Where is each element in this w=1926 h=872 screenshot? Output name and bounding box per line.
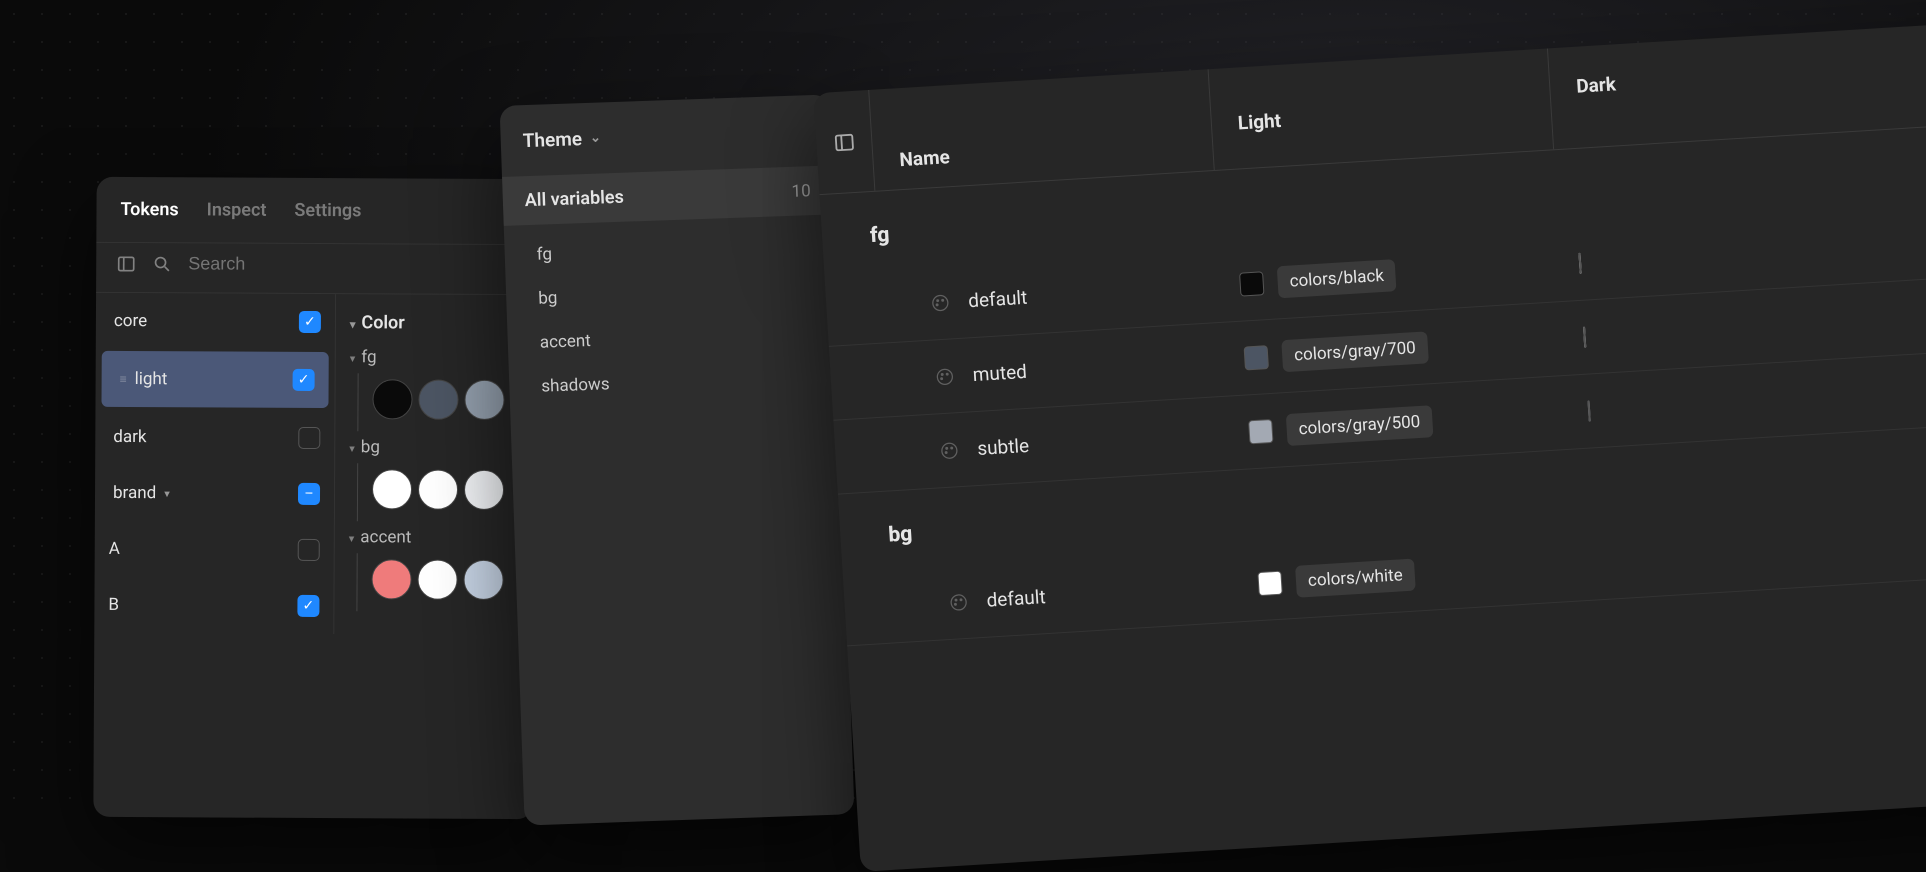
swatch[interactable]	[463, 560, 503, 600]
theme-dropdown[interactable]: Theme ⌄	[500, 94, 832, 176]
column-name: Name	[869, 69, 1215, 191]
swatch[interactable]	[418, 470, 458, 510]
variables-table: Name Light Dark fg default colors/black …	[813, 20, 1926, 872]
alias-badge[interactable]: colors/gray/700	[1281, 331, 1428, 372]
token-set-brand[interactable]: brand▾ –	[95, 465, 334, 522]
token-set-core[interactable]: core ✓	[96, 293, 335, 350]
color-chip	[1244, 345, 1269, 370]
color-tree: ▾Color ▾fg ▾bg ▾accent	[334, 294, 536, 635]
drag-handle-icon: ≡	[120, 372, 127, 386]
caret-down-icon[interactable]: ▾	[349, 442, 355, 455]
search-icon	[152, 254, 172, 274]
token-set-brand-b[interactable]: B ✓	[94, 577, 333, 634]
token-set-list: core ✓ ≡light ✓ dark brand▾ – A B ✓	[94, 293, 336, 634]
token-set-brand-a[interactable]: A	[95, 521, 334, 578]
checkbox-empty-icon[interactable]	[298, 539, 320, 561]
alias-badge[interactable]: colors/black	[1277, 259, 1397, 298]
token-set-dark[interactable]: dark	[95, 409, 334, 466]
color-chip	[1583, 327, 1586, 348]
swatch[interactable]	[464, 470, 504, 510]
color-chip	[1239, 271, 1264, 296]
swatch[interactable]	[464, 380, 504, 420]
checkbox-empty-icon[interactable]	[298, 427, 320, 449]
palette-icon	[930, 292, 951, 313]
palette-icon	[939, 440, 960, 461]
swatch[interactable]	[371, 559, 411, 599]
alias-badge[interactable]: colors/gray/500	[1286, 405, 1433, 446]
checkbox-checked-icon[interactable]: ✓	[293, 369, 315, 391]
caret-down-icon[interactable]: ▾	[350, 318, 356, 331]
column-light[interactable]: Light	[1209, 48, 1555, 170]
alias-badge[interactable]: colors/white	[1295, 558, 1416, 597]
color-chip	[1257, 570, 1282, 595]
tokens-panel: Tokens Inspect Settings core ✓ ≡light ✓ …	[93, 177, 536, 819]
tab-settings[interactable]: Settings	[294, 200, 361, 221]
search-input[interactable]	[188, 253, 516, 276]
checkbox-checked-icon[interactable]: ✓	[299, 311, 321, 333]
tab-tokens[interactable]: Tokens	[120, 199, 178, 220]
chevron-down-icon: ⌄	[590, 130, 601, 145]
theme-panel: Theme ⌄ All variables 10 fg bg accent sh…	[500, 94, 855, 825]
checkbox-mixed-icon[interactable]: –	[298, 483, 320, 505]
palette-icon	[948, 591, 969, 612]
swatch[interactable]	[417, 560, 457, 600]
swatch[interactable]	[372, 469, 412, 509]
sidebar-toggle-icon[interactable]	[116, 253, 136, 273]
token-set-light[interactable]: ≡light ✓	[101, 351, 328, 408]
color-chip	[1578, 253, 1581, 274]
tab-inspect[interactable]: Inspect	[207, 199, 267, 220]
color-chip	[1588, 401, 1591, 422]
caret-down-icon[interactable]: ▾	[349, 532, 355, 545]
swatch[interactable]	[372, 379, 412, 419]
swatch[interactable]	[418, 380, 458, 420]
palette-icon	[934, 366, 955, 387]
chevron-down-icon: ▾	[164, 487, 170, 500]
checkbox-checked-icon[interactable]: ✓	[297, 595, 319, 617]
caret-down-icon[interactable]: ▾	[350, 352, 356, 365]
color-chip	[1248, 418, 1273, 443]
sidebar-toggle-icon[interactable]	[832, 130, 855, 153]
